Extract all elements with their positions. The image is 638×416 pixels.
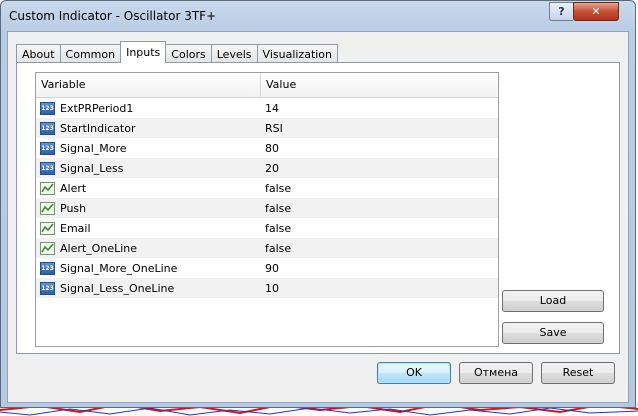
- number-icon: 123: [40, 281, 55, 295]
- value-cell[interactable]: false: [261, 242, 498, 255]
- load-button[interactable]: Load: [502, 290, 604, 312]
- table-row[interactable]: 123 Signal_Less_OneLine 10: [36, 278, 498, 298]
- value-cell[interactable]: 10: [261, 282, 498, 295]
- value-cell[interactable]: 90: [261, 262, 498, 275]
- boolean-icon: [40, 221, 55, 235]
- variable-cell: 123 Signal_Less_OneLine: [36, 281, 261, 295]
- tab-strip: About Common Inputs Colors Levels Visual…: [16, 41, 339, 63]
- dialog-client-area: About Common Inputs Colors Levels Visual…: [7, 31, 629, 403]
- reset-button[interactable]: Reset: [541, 362, 615, 384]
- value-cell[interactable]: 20: [261, 162, 498, 175]
- tab-visualization[interactable]: Visualization: [256, 44, 339, 63]
- table-row[interactable]: Alert_OneLine false: [36, 238, 498, 258]
- table-row[interactable]: 123 ExtPRPeriod1 14: [36, 98, 498, 118]
- column-header-variable[interactable]: Variable: [36, 73, 261, 97]
- variable-name: StartIndicator: [60, 121, 136, 135]
- table-row[interactable]: 123 Signal_More 80: [36, 138, 498, 158]
- value-cell[interactable]: false: [261, 202, 498, 215]
- save-button[interactable]: Save: [502, 322, 604, 344]
- number-icon: 123: [40, 161, 55, 175]
- table-row[interactable]: 123 StartIndicator RSI: [36, 118, 498, 138]
- table-row[interactable]: 123 Signal_More_OneLine 90: [36, 258, 498, 278]
- table-row[interactable]: Push false: [36, 198, 498, 218]
- ok-button[interactable]: OK: [377, 362, 451, 384]
- boolean-icon: [40, 181, 55, 195]
- tab-about[interactable]: About: [16, 44, 61, 63]
- variable-name: ExtPRPeriod1: [60, 101, 134, 115]
- value-cell[interactable]: 14: [261, 102, 498, 115]
- boolean-icon: [40, 201, 55, 215]
- variable-cell: 123 Signal_More_OneLine: [36, 261, 261, 275]
- number-icon: 123: [40, 141, 55, 155]
- value-cell[interactable]: false: [261, 182, 498, 195]
- title-bar[interactable]: Custom Indicator - Oscillator 3TF+ ? ✕: [1, 1, 635, 31]
- variable-cell: 123 StartIndicator: [36, 121, 261, 135]
- variable-name: Signal_More: [60, 141, 127, 155]
- number-icon: 123: [40, 261, 55, 275]
- variable-name: Signal_Less_OneLine: [60, 281, 175, 295]
- help-button[interactable]: ?: [549, 2, 573, 21]
- table-row[interactable]: Alert false: [36, 178, 498, 198]
- table-row[interactable]: 123 Signal_Less 20: [36, 158, 498, 178]
- tab-colors[interactable]: Colors: [165, 44, 212, 63]
- variable-cell: Alert: [36, 181, 261, 195]
- tab-inputs[interactable]: Inputs: [120, 41, 167, 63]
- number-icon: 123: [40, 101, 55, 115]
- custom-indicator-dialog: Custom Indicator - Oscillator 3TF+ ? ✕ A…: [0, 0, 636, 408]
- tab-levels[interactable]: Levels: [210, 44, 258, 63]
- variable-cell: Alert_OneLine: [36, 241, 261, 255]
- variable-cell: 123 Signal_More: [36, 141, 261, 155]
- close-icon: ✕: [591, 5, 601, 18]
- help-icon: ?: [558, 5, 565, 18]
- variable-name: Email: [60, 221, 91, 235]
- column-header-value[interactable]: Value: [261, 73, 498, 97]
- variable-cell: 123 Signal_Less: [36, 161, 261, 175]
- cancel-button[interactable]: Отмена: [459, 362, 533, 384]
- variable-name: Alert: [60, 181, 87, 195]
- value-cell[interactable]: 80: [261, 142, 498, 155]
- variable-name: Alert_OneLine: [60, 241, 138, 255]
- boolean-icon: [40, 241, 55, 255]
- variable-name: Push: [60, 201, 87, 215]
- variable-cell: Push: [36, 201, 261, 215]
- tab-common[interactable]: Common: [59, 44, 122, 63]
- variable-cell: 123 ExtPRPeriod1: [36, 101, 261, 115]
- inputs-grid: Variable Value 123 ExtPRPeriod1 14 123 S…: [35, 72, 499, 347]
- value-cell[interactable]: RSI: [261, 122, 498, 135]
- number-icon: 123: [40, 121, 55, 135]
- close-button[interactable]: ✕: [573, 2, 619, 21]
- variable-cell: Email: [36, 221, 261, 235]
- variable-name: Signal_More_OneLine: [60, 261, 178, 275]
- variable-name: Signal_Less: [60, 161, 124, 175]
- value-cell[interactable]: false: [261, 222, 498, 235]
- grid-body: 123 ExtPRPeriod1 14 123 StartIndicator R…: [36, 98, 498, 298]
- grid-header: Variable Value: [36, 73, 498, 98]
- table-row[interactable]: Email false: [36, 218, 498, 238]
- window-title: Custom Indicator - Oscillator 3TF+: [9, 9, 217, 23]
